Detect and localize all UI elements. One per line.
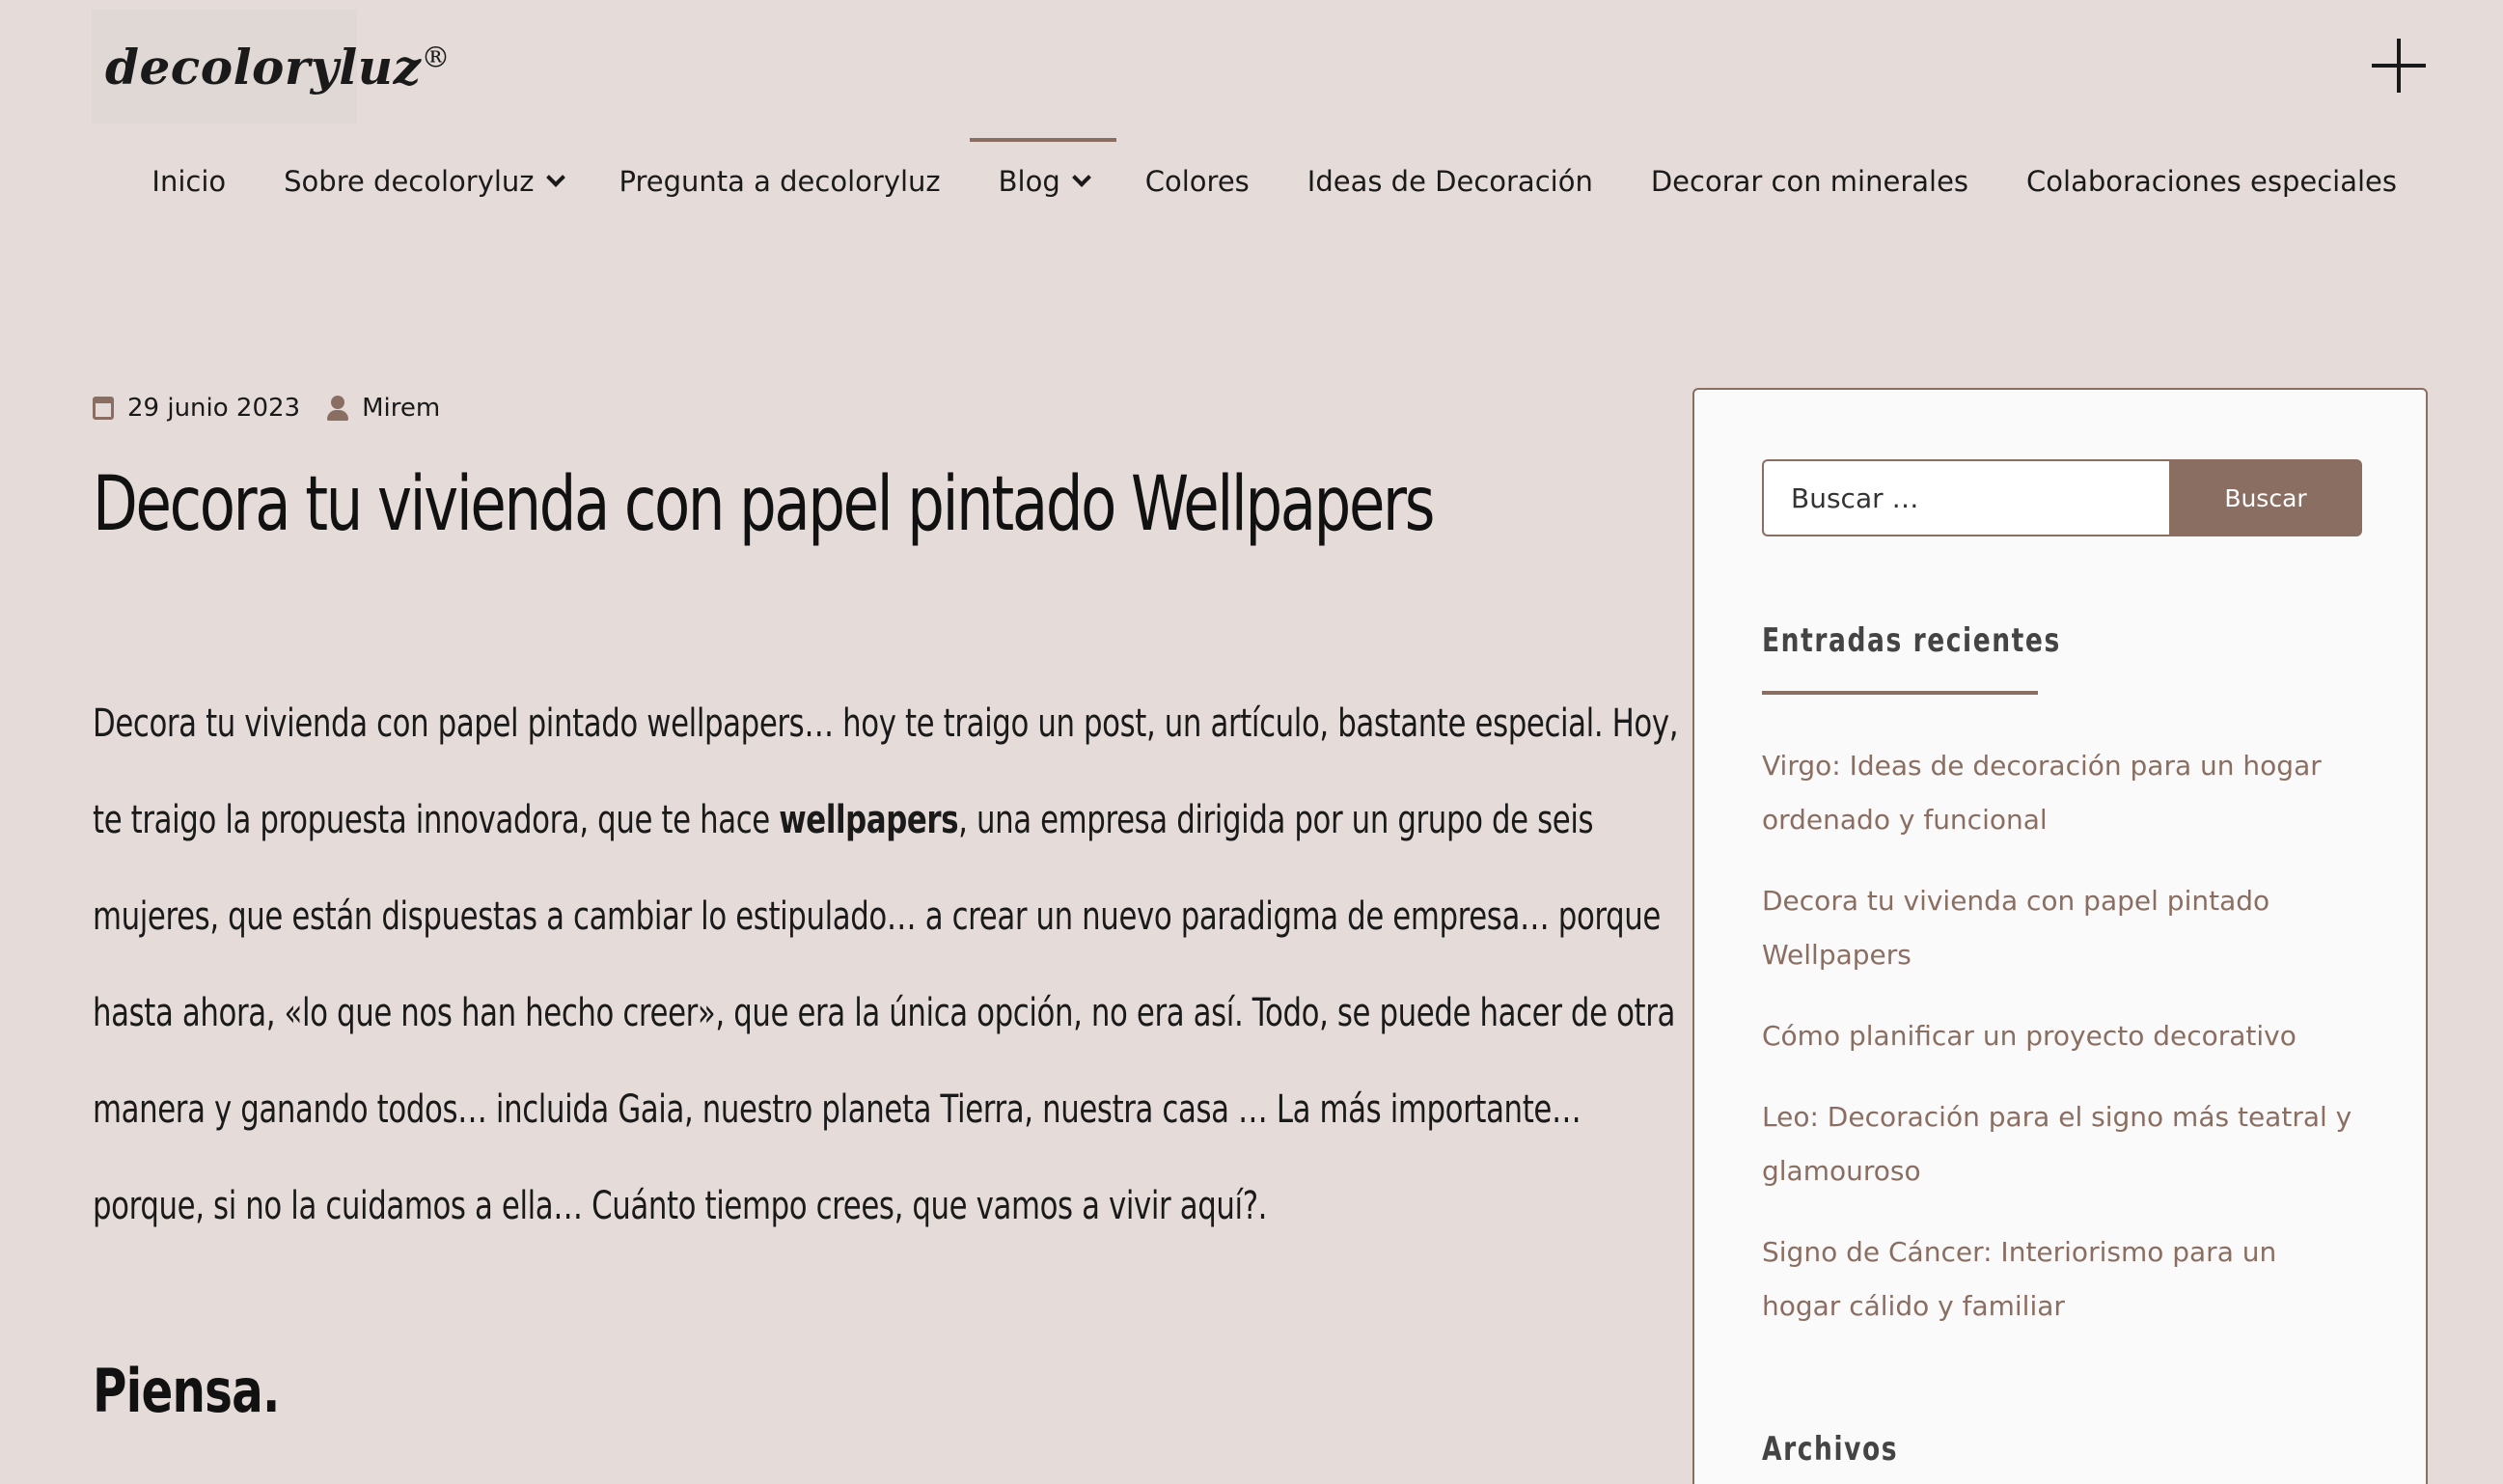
list-item: Virgo: Ideas de decoración para un hogar… bbox=[1762, 739, 2360, 847]
list-item: Cómo planificar un proyecto decorativo bbox=[1762, 1009, 2360, 1063]
chevron-down-icon bbox=[1074, 171, 1087, 184]
nav-item-ideas[interactable]: Ideas de Decoración bbox=[1279, 135, 1622, 228]
recent-post-link[interactable]: Leo: Decoración para el signo más teatra… bbox=[1762, 1101, 2352, 1187]
search-input[interactable] bbox=[1762, 459, 2171, 536]
main-nav: Inicio Sobre decoloryluz Pregunta a deco… bbox=[123, 135, 2426, 228]
recent-posts-title: Entradas recientes bbox=[1762, 621, 2061, 660]
nav-item-minerales[interactable]: Decorar con minerales bbox=[1622, 135, 1997, 228]
logo-text: decoloryluz® bbox=[105, 38, 452, 96]
user-icon bbox=[327, 396, 349, 421]
recent-post-link[interactable]: Cómo planificar un proyecto decorativo bbox=[1762, 1020, 2297, 1052]
chevron-down-icon bbox=[548, 171, 562, 184]
calendar-icon bbox=[93, 397, 114, 420]
recent-post-link[interactable]: Signo de Cáncer: Interiorismo para un ho… bbox=[1762, 1236, 2276, 1322]
sidebar: Buscar Entradas recientes Virgo: Ideas d… bbox=[1692, 388, 2428, 1484]
nav-item-colores[interactable]: Colores bbox=[1116, 135, 1279, 228]
list-item: Decora tu vivienda con papel pintado Wel… bbox=[1762, 874, 2360, 982]
archives-title: Archivos bbox=[1762, 1430, 1899, 1469]
recent-posts-list: Virgo: Ideas de decoración para un hogar… bbox=[1762, 739, 2360, 1360]
recent-post-link[interactable]: Decora tu vivienda con papel pintado Wel… bbox=[1762, 885, 2269, 971]
nav-item-sobre[interactable]: Sobre decoloryluz bbox=[255, 135, 590, 228]
menu-toggle-plus-icon[interactable] bbox=[2372, 39, 2426, 93]
list-item: Signo de Cáncer: Interiorismo para un ho… bbox=[1762, 1225, 2360, 1333]
site-logo[interactable]: decoloryluz® bbox=[92, 10, 451, 124]
list-item: Leo: Decoración para el signo más teatra… bbox=[1762, 1090, 2360, 1198]
nav-item-inicio[interactable]: Inicio bbox=[123, 135, 255, 228]
recent-post-link[interactable]: Virgo: Ideas de decoración para un hogar… bbox=[1762, 750, 2322, 836]
post-meta: 29 junio 2023 Mirem bbox=[93, 394, 440, 423]
post-paragraph: Decora tu vivienda con papel pintado wel… bbox=[93, 701, 1679, 1228]
post-author[interactable]: Mirem bbox=[362, 394, 440, 423]
post-date[interactable]: 29 junio 2023 bbox=[127, 394, 300, 423]
wellpapers-link[interactable]: wellpapers bbox=[779, 798, 958, 842]
post-subheading: Piensa. bbox=[93, 1356, 280, 1426]
nav-item-pregunta[interactable]: Pregunta a decoloryluz bbox=[591, 135, 970, 228]
post-title: Decora tu vivienda con papel pintado Wel… bbox=[93, 461, 1435, 548]
search-button[interactable]: Buscar bbox=[2169, 459, 2362, 536]
recent-posts-underline bbox=[1762, 691, 2038, 695]
nav-item-blog[interactable]: Blog bbox=[969, 135, 1116, 228]
nav-item-colaboraciones[interactable]: Colaboraciones especiales bbox=[1997, 135, 2426, 228]
